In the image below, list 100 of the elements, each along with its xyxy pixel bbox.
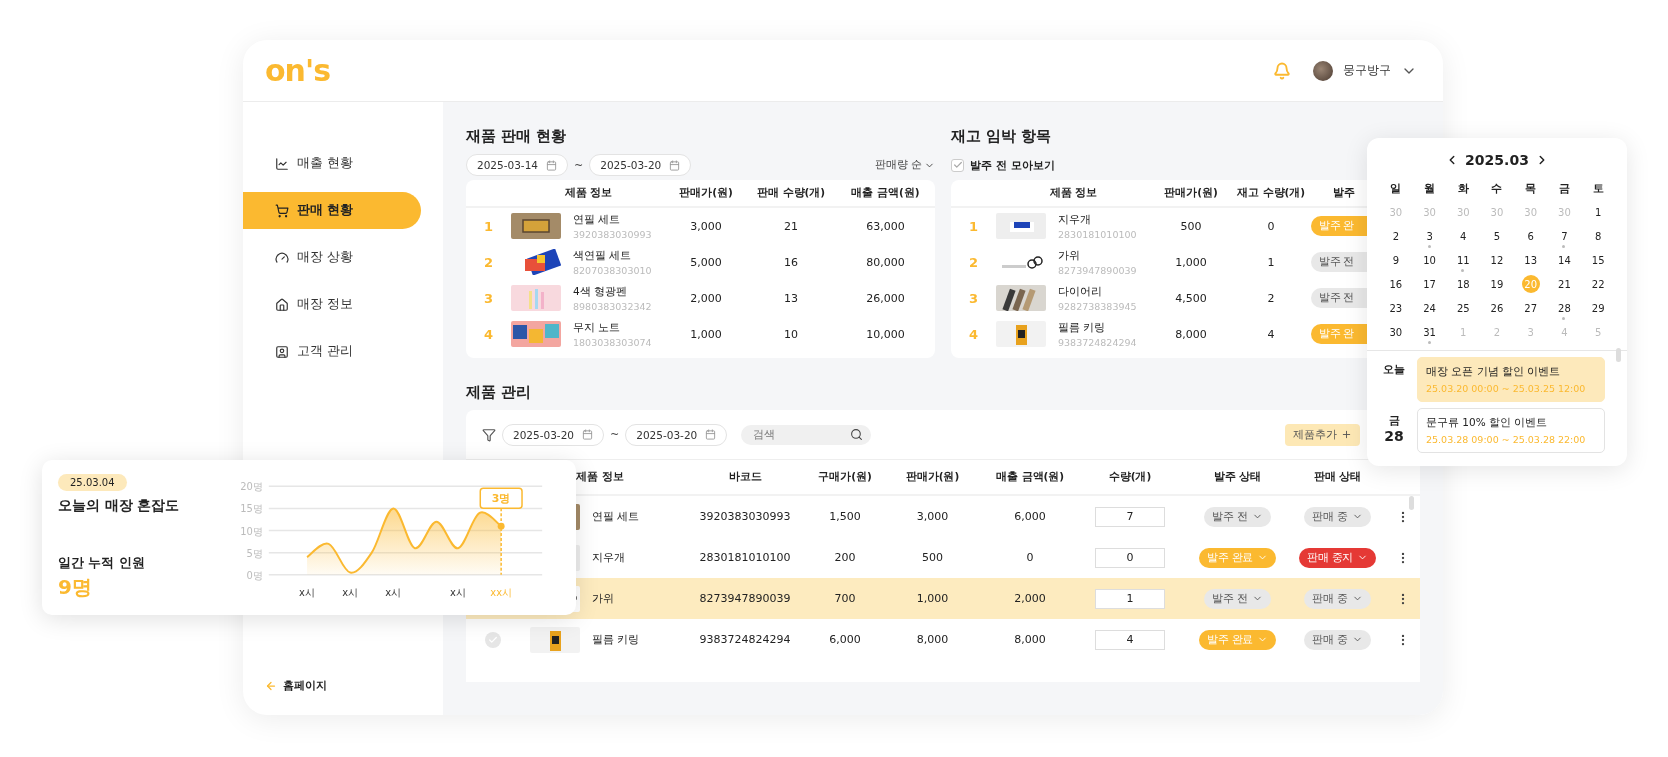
rank-number: 4: [482, 326, 494, 342]
table-cell-text: 1,000: [1174, 255, 1208, 269]
column-header: 제품 정보: [1048, 186, 1099, 200]
product-name: 가위: [1058, 248, 1081, 263]
rank-number: 4: [967, 326, 979, 342]
table-cell-text: 9383724824294: [698, 633, 792, 646]
table-cell-text: 10: [783, 327, 799, 341]
axis-label: x시: [385, 586, 402, 598]
table-cell-text: 2,000: [689, 291, 723, 305]
product-name: 연필 세트: [573, 212, 622, 227]
weekday-label: 일: [1390, 180, 1402, 196]
agenda-day: 금: [1388, 414, 1400, 428]
table-cell-text: 200: [833, 551, 857, 564]
product-name: 지우개: [592, 550, 625, 565]
table-cell-text: 8273947890039: [698, 592, 792, 605]
column-header: 발주: [1332, 186, 1355, 200]
axis-label: xx시: [490, 586, 512, 598]
total-value: 9명: [58, 574, 93, 601]
rank-number: 2: [482, 254, 494, 270]
checkbox-label: 발주 전 모아보기: [970, 157, 1055, 173]
section-title: 재고 임박 항목: [951, 126, 1053, 146]
date-badge: 25.03.04: [58, 474, 127, 491]
table-cell-text: 1,500: [828, 510, 862, 523]
column-header: 수량(개): [1107, 470, 1153, 484]
table-cell-text: 6,000: [1013, 510, 1047, 523]
table-cell-text: 1,000: [915, 592, 950, 605]
table-cell-text: 13: [783, 291, 799, 305]
axis-label: x시: [299, 586, 315, 598]
card-title: 오늘의 매장 혼잡도: [58, 497, 181, 515]
product-name: 필름 키링: [592, 632, 640, 647]
barcode-text: 3920383030993: [573, 228, 652, 240]
product-name: 다이어리: [1058, 284, 1103, 299]
table-cell-text: 4: [1266, 327, 1276, 341]
barcode-text: 8980383032342: [573, 300, 652, 312]
event-title: 매장 오픈 기념 할인 이벤트: [1426, 365, 1562, 379]
column-header: 제품 정보: [575, 470, 625, 484]
barcode-text: 8273947890039: [1058, 264, 1137, 276]
event-time: 25.03.28 09:00 ~ 25.03.28 22:00: [1426, 434, 1587, 445]
product-name: 색연필 세트: [573, 248, 633, 263]
table-cell-text: 500: [1179, 219, 1203, 233]
table-cell-text: 8,000: [915, 633, 950, 646]
table-cell-text: 2830181010100: [698, 551, 792, 564]
weekday-label: 금: [1558, 180, 1570, 196]
table-cell-text: 80,000: [865, 255, 906, 269]
axis-label: 10명: [240, 525, 263, 537]
product-name: 연필 세트: [592, 509, 640, 524]
barcode-text: 1803038303074: [573, 336, 652, 348]
weekday-label: 화: [1457, 180, 1469, 196]
column-header: 판매 수량(개): [755, 186, 827, 200]
tooltip-text: 3명: [491, 492, 511, 506]
event-title: 문구류 10% 할인 이벤트: [1426, 416, 1549, 430]
axis-label: x시: [450, 586, 466, 598]
column-header: 재고 수량(개): [1235, 186, 1307, 200]
table-cell-text: 63,000: [865, 219, 906, 233]
table-cell-text: 3,000: [915, 510, 950, 523]
axis-label: x시: [342, 586, 359, 598]
table-cell-text: 6,000: [828, 633, 862, 646]
weekday-label: 월: [1424, 180, 1436, 196]
column-header: 바코드: [727, 470, 763, 484]
product-name: 가위: [592, 591, 614, 606]
axis-label: 5명: [246, 547, 263, 559]
table-cell-text: 16: [783, 255, 799, 269]
weekday-label: 목: [1525, 180, 1537, 196]
product-name: 4색 형광펜: [573, 284, 629, 299]
rank-number: 3: [482, 290, 494, 306]
product-name: 무지 노트: [573, 320, 622, 335]
table-cell-text: 500: [921, 551, 944, 564]
column-header: 발주 상태: [1212, 470, 1263, 484]
logo: on's: [265, 53, 330, 88]
event-time: 25.03.20 00:00 ~ 25.03.25 12:00: [1426, 383, 1587, 394]
rank-number: 1: [482, 218, 494, 234]
product-name: 필름 키링: [1058, 320, 1107, 335]
month-title: 2025.03: [1465, 152, 1529, 168]
table-cell-text: 3920383030993: [698, 510, 792, 523]
column-header: 제품 정보: [563, 186, 614, 200]
section-title: 재품 판매 현황: [466, 126, 568, 146]
axis-label: 20명: [240, 481, 263, 493]
column-header: 매출 금액(원): [994, 470, 1066, 484]
column-header: 판매가(원): [904, 470, 961, 484]
rank-number: 1: [967, 218, 979, 234]
axis-label: 0명: [246, 569, 263, 581]
table-cell-text: 2,000: [1013, 592, 1047, 605]
axis-label: 15명: [240, 503, 263, 515]
agenda-date: 28: [1384, 428, 1404, 444]
user-name: 뭉구방구: [1343, 62, 1391, 79]
table-cell-text: 700: [833, 592, 857, 605]
agenda-day: 오늘: [1383, 363, 1405, 377]
column-header: 판매 상태: [1312, 470, 1363, 484]
section-title: 제품 관리: [466, 382, 533, 402]
table-cell-text: 3,000: [689, 219, 723, 233]
table-cell-text: 0: [1266, 219, 1276, 233]
barcode-text: 2830181010100: [1058, 228, 1137, 240]
weekday-label: 토: [1592, 180, 1604, 196]
table-cell-text: 0: [1025, 551, 1035, 564]
table-cell-text: 26,000: [865, 291, 906, 305]
column-header: 구매가(원): [817, 470, 873, 484]
table-cell-text: 1,000: [689, 327, 723, 341]
barcode-text: 9282738383945: [1058, 300, 1137, 312]
barcode-text: 8207038303010: [573, 264, 652, 276]
range-separator: ~: [574, 158, 584, 172]
